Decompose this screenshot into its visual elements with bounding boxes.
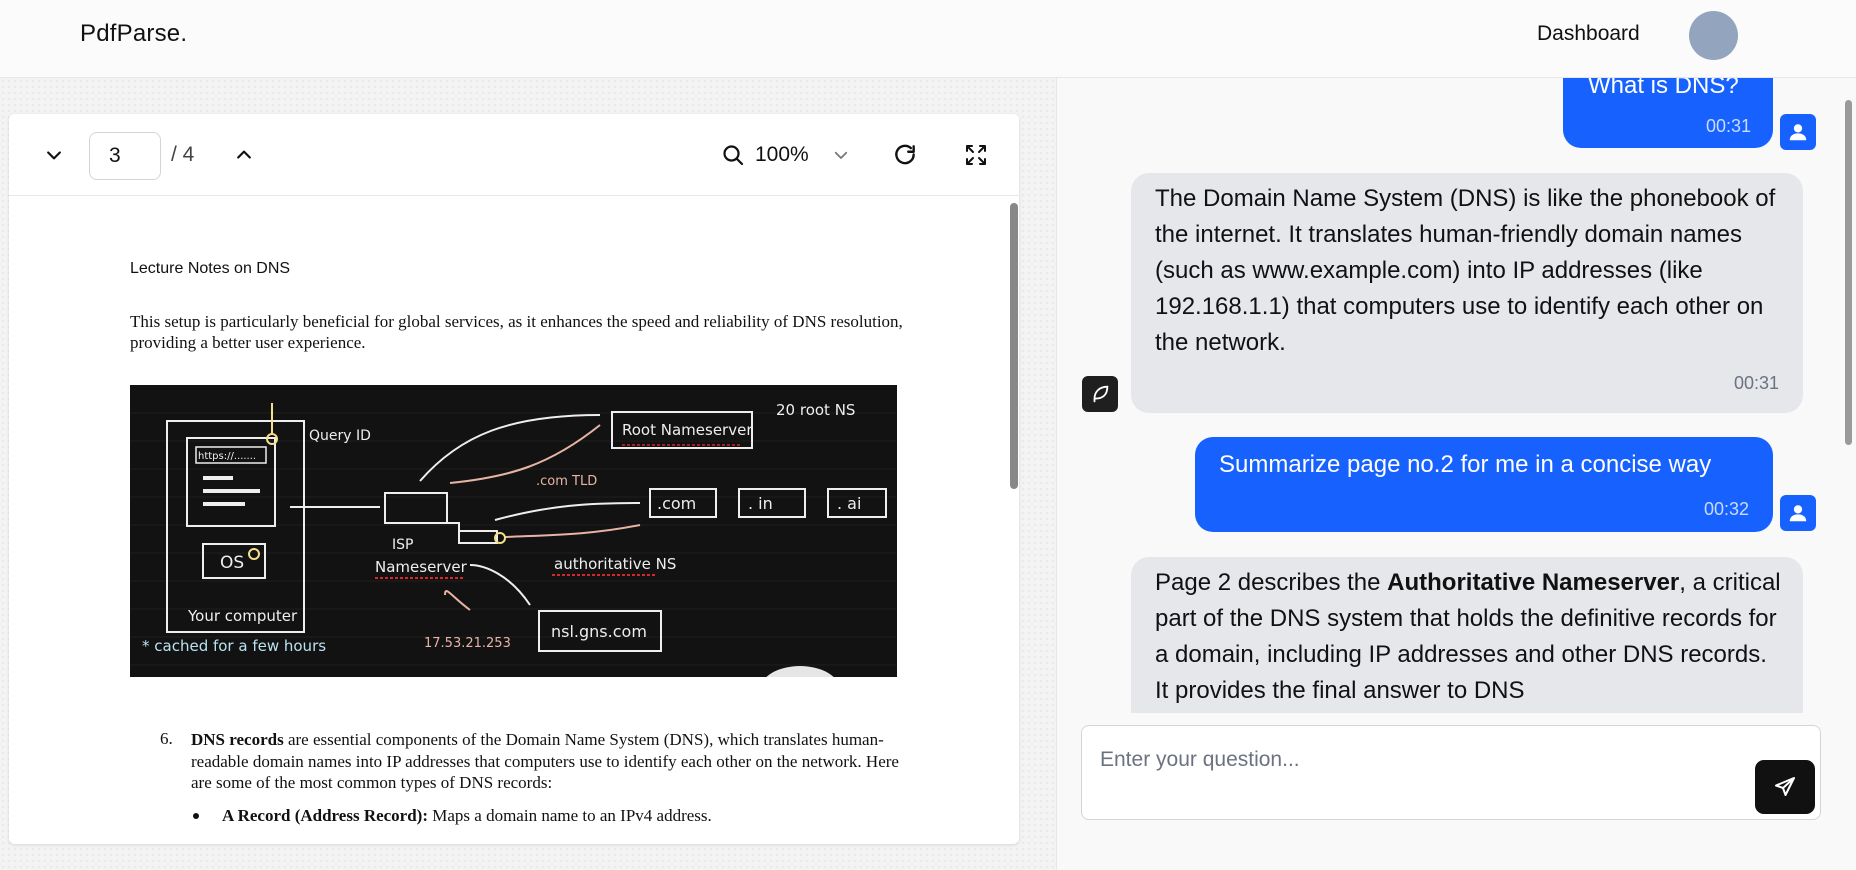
feather-icon bbox=[1093, 385, 1109, 403]
figure-query: Query ID bbox=[309, 428, 371, 444]
pdf-viewer: / 4 100% Lecture Notes on DNS This s bbox=[9, 114, 1019, 844]
pdf-scrollbar[interactable] bbox=[1007, 197, 1019, 844]
user-message: What is DNS? 00:31 bbox=[1563, 78, 1773, 148]
message-time: 00:31 bbox=[1733, 373, 1779, 393]
message-time: 00:32 bbox=[1703, 499, 1749, 519]
pdf-scrollbar-thumb[interactable] bbox=[1010, 203, 1018, 489]
figure-in: . in bbox=[748, 494, 773, 513]
brand-logo[interactable]: PdfParse. bbox=[80, 20, 187, 48]
figure-isp-ns: Nameserver bbox=[375, 558, 468, 576]
bullet-item-bold: A Record (Address Record): bbox=[222, 806, 429, 825]
chevron-down-icon bbox=[47, 151, 61, 160]
figure-your-computer: Your computer bbox=[187, 607, 298, 625]
chevron-up-icon bbox=[237, 150, 251, 159]
send-button[interactable] bbox=[1755, 760, 1815, 814]
top-nav: PdfParse. Dashboard bbox=[0, 0, 1856, 78]
figure-os: OS bbox=[220, 553, 244, 573]
message-time: 00:31 bbox=[1705, 116, 1751, 136]
chat-scrollbar-thumb[interactable] bbox=[1845, 100, 1852, 445]
user-icon bbox=[1789, 124, 1807, 141]
list-number: 6. bbox=[160, 729, 173, 748]
figure-com-tld: .com TLD bbox=[536, 474, 597, 489]
dns-diagram-image: 20 root NS Root Nameserver Query ID http… bbox=[130, 385, 897, 677]
zoom-level[interactable]: 100% bbox=[755, 143, 809, 167]
user-avatar-icon bbox=[1780, 495, 1816, 531]
message-text: The Domain Name System (DNS) is like the… bbox=[1155, 185, 1776, 356]
pdf-page: Lecture Notes on DNS This setup is parti… bbox=[9, 197, 1009, 844]
next-page-button[interactable] bbox=[39, 140, 69, 170]
user-message: Summarize page no.2 for me in a concise … bbox=[1195, 437, 1773, 532]
assistant-avatar-icon bbox=[1082, 376, 1118, 412]
message-text: Summarize page no.2 for me in a concise … bbox=[1219, 451, 1712, 478]
document-header: Lecture Notes on DNS bbox=[130, 260, 291, 277]
chevron-down-icon bbox=[834, 151, 848, 159]
list-item: DNS records are essential components of … bbox=[191, 729, 906, 794]
figure-ip: 17.53.21.253 bbox=[424, 636, 511, 651]
pdf-toolbar: / 4 100% bbox=[9, 114, 1019, 196]
list-item-bold: DNS records bbox=[191, 730, 284, 749]
list-item-text: are essential components of the Domain N… bbox=[191, 730, 899, 792]
page-number-input[interactable] bbox=[89, 132, 161, 180]
message-text: What is DNS? bbox=[1588, 78, 1739, 99]
bullet-dot bbox=[191, 807, 203, 819]
dashboard-link[interactable]: Dashboard bbox=[1537, 22, 1640, 46]
rotate-button[interactable] bbox=[889, 139, 921, 171]
bullet-item-text: Maps a domain name to an IPv4 address. bbox=[428, 806, 712, 825]
rotate-icon bbox=[895, 144, 915, 165]
user-icon bbox=[1789, 505, 1807, 522]
fullscreen-icon bbox=[966, 145, 986, 165]
fullscreen-button[interactable] bbox=[960, 139, 992, 171]
figure-root-ns: Root Nameserver bbox=[622, 421, 753, 439]
assistant-message: Page 2 describes the Authoritative Names… bbox=[1131, 557, 1803, 713]
user-avatar[interactable] bbox=[1689, 11, 1738, 60]
search-icon bbox=[723, 145, 744, 166]
figure-url: https://....... bbox=[198, 451, 256, 462]
chat-pane: What is DNS? 00:31 The Domain Name Syste… bbox=[1056, 78, 1856, 870]
question-input[interactable] bbox=[1100, 744, 1720, 776]
figure-isp: ISP bbox=[392, 537, 413, 553]
user-avatar-icon bbox=[1780, 114, 1816, 150]
document-paragraph: This setup is particularly beneficial fo… bbox=[130, 312, 903, 352]
assistant-message: The Domain Name System (DNS) is like the… bbox=[1131, 173, 1803, 413]
page-total: / 4 bbox=[171, 143, 195, 166]
figure-ai: . ai bbox=[837, 494, 861, 513]
message-text-bold: Authoritative Nameserver bbox=[1387, 569, 1680, 596]
message-text: Page 2 describes the Authoritative Names… bbox=[1155, 565, 1785, 709]
send-icon bbox=[1775, 777, 1795, 796]
figure-cached: * cached for a few hours bbox=[142, 637, 326, 655]
zoom-dropdown[interactable] bbox=[829, 142, 853, 168]
figure-root-count: 20 root NS bbox=[776, 401, 855, 419]
message-text-part: Page 2 describes the bbox=[1155, 569, 1388, 596]
chat-messages: What is DNS? 00:31 The Domain Name Syste… bbox=[1057, 78, 1845, 713]
chat-input-box bbox=[1081, 725, 1821, 820]
pdf-pane: / 4 100% Lecture Notes on DNS This s bbox=[0, 78, 1056, 870]
previous-page-button[interactable] bbox=[229, 140, 259, 170]
figure-com: .com bbox=[657, 494, 696, 513]
figure-auth-ns: authoritative NS bbox=[554, 555, 676, 573]
bullet-item: A Record (Address Record): Maps a domain… bbox=[222, 806, 712, 826]
figure-nsl: nsl.gns.com bbox=[551, 622, 647, 641]
zoom-button[interactable] bbox=[718, 140, 748, 170]
